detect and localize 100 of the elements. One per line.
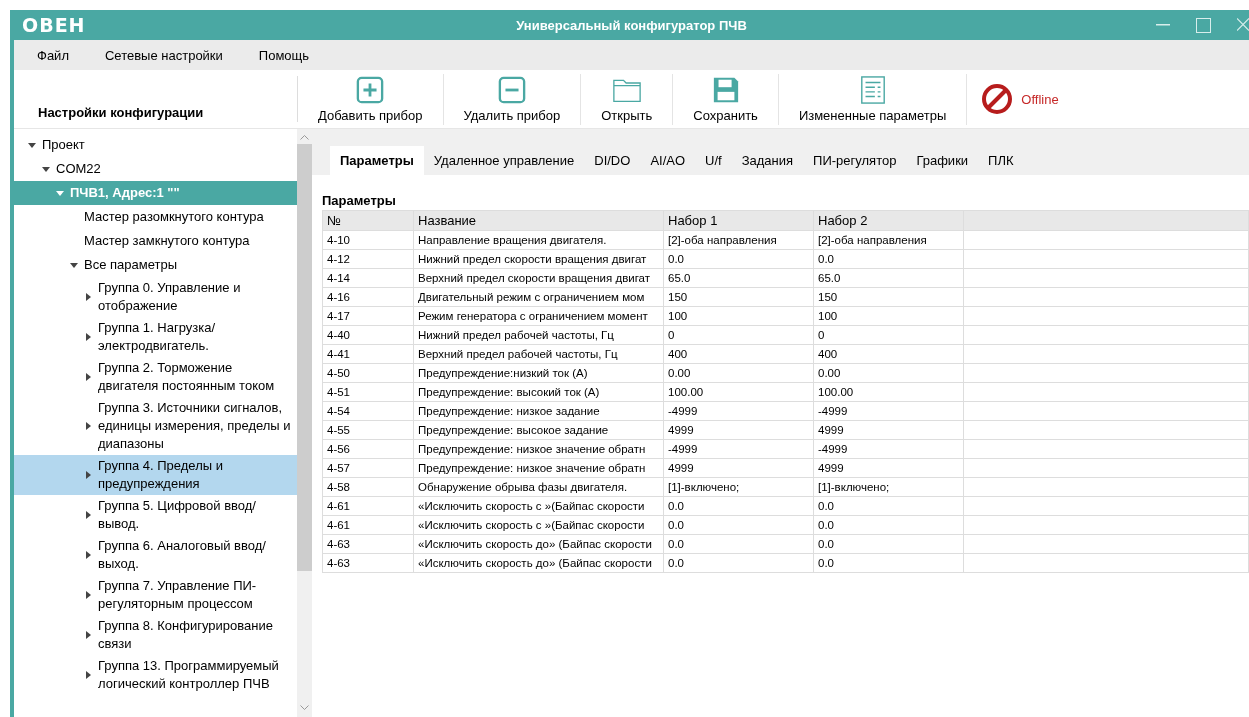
column-header[interactable]: Набор 1 <box>663 210 814 231</box>
document-list-icon <box>858 75 887 104</box>
table-cell: 100.00 <box>663 382 814 402</box>
table-cell: «Исключить скорость до» (Байпас скорости <box>413 534 664 554</box>
table-cell: 0.0 <box>663 534 814 554</box>
table-cell: 400 <box>663 344 814 364</box>
table-cell: 0.0 <box>663 496 814 516</box>
table-cell: -4999 <box>813 439 964 459</box>
table-cell: «Исключить скорость до» (Байпас скорости <box>413 553 664 573</box>
table-cell: «Исключить скорость с »(Байпас скорости <box>413 496 664 516</box>
table-cell: [1]-включено; <box>663 477 814 497</box>
tab[interactable]: Удаленное управление <box>423 146 585 175</box>
expand-arrow-icon[interactable] <box>85 471 91 479</box>
scrollbar-thumb[interactable] <box>297 144 312 571</box>
column-header[interactable]: Название <box>413 210 664 231</box>
table-cell: 4999 <box>813 458 964 478</box>
expand-arrow-icon[interactable] <box>85 422 91 430</box>
tree-item[interactable]: Группа 0. Управление и отображение <box>14 277 297 317</box>
table-cell: 65.0 <box>663 268 814 288</box>
table-cell: 4-54 <box>322 401 414 421</box>
expand-arrow-icon[interactable] <box>85 373 91 381</box>
toolbar-button[interactable]: Открыть <box>581 73 674 125</box>
table-cell: Предупреждение: высокий ток (А) <box>413 382 664 402</box>
tab[interactable]: ПЛК <box>978 146 1024 175</box>
expand-arrow-icon[interactable] <box>85 671 91 679</box>
toolbar-button[interactable]: Добавить прибор <box>298 73 444 125</box>
table-cell: 4-58 <box>322 477 414 497</box>
table-cell: -4999 <box>663 401 814 421</box>
column-header[interactable]: Набор 2 <box>813 210 964 231</box>
table-cell: Верхний предел скорости вращения двигат <box>413 268 664 288</box>
table-cell: 4-56 <box>322 439 414 459</box>
expand-arrow-icon[interactable] <box>85 591 91 599</box>
table-cell: [2]-оба направления <box>813 230 964 250</box>
tree-item[interactable]: Группа 3. Источники сигналов, единицы измерения, пределы и диапазоны <box>14 397 297 455</box>
table-cell: Направление вращения двигателя. <box>413 230 664 250</box>
table-cell: Предупреждение:низкий ток (А) <box>413 363 664 383</box>
table-cell: 4-41 <box>322 344 414 364</box>
tree-item[interactable]: Группа 2. Торможение двигателя постоянным током <box>14 357 297 397</box>
table-cell: 150 <box>813 287 964 307</box>
table-cell: 4-10 <box>322 230 414 250</box>
table-cell: 0.00 <box>663 363 814 383</box>
toolbar-button[interactable]: Удалить прибор <box>443 73 582 125</box>
toolbar-button[interactable]: Измененные параметры <box>778 73 968 125</box>
table-cell: 4-51 <box>322 382 414 402</box>
table-cell: 65.0 <box>813 268 964 288</box>
tab[interactable]: DI/DO <box>584 146 641 175</box>
logo: ОВЕН <box>22 14 86 36</box>
tree-item[interactable]: Группа 8. Конфигурирование связи <box>14 615 297 655</box>
tree-item[interactable]: Группа 4. Пределы и предупреждения <box>14 455 297 495</box>
table-cell: Предупреждение: низкое значение обратн <box>413 439 664 459</box>
expand-arrow-icon[interactable] <box>85 631 91 639</box>
toolbar-button[interactable]: Сохранить <box>673 73 779 125</box>
collapse-arrow-icon[interactable] <box>70 262 78 268</box>
tab[interactable]: AI/AO <box>640 146 696 175</box>
table-cell: 0 <box>813 325 964 345</box>
table-cell: 4-16 <box>322 287 414 307</box>
tree-item[interactable]: Проект <box>14 133 297 157</box>
menu-item[interactable]: Сетевые настройки <box>81 47 236 63</box>
table-cell: 4999 <box>663 420 814 440</box>
menu-item[interactable]: Файл <box>14 47 82 63</box>
table-cell: [1]-включено; <box>813 477 964 497</box>
table-cell: 4-12 <box>322 249 414 269</box>
expand-arrow-icon[interactable] <box>85 551 91 559</box>
tree-item[interactable]: Мастер разомкнутого контура <box>14 205 297 229</box>
table-cell: 4-50 <box>322 363 414 383</box>
table-cell: 0.0 <box>813 249 964 269</box>
tab[interactable]: Параметры <box>330 146 424 175</box>
table-cell: Режим генератора с ограничением момент <box>413 306 664 326</box>
expand-arrow-icon[interactable] <box>85 511 91 519</box>
tree-item[interactable]: Группа 13. Программируемый логический контроллер ПЧВ <box>14 655 297 695</box>
expand-arrow-icon[interactable] <box>85 333 91 341</box>
table-cell: Нижний предел скорости вращения двигат <box>413 249 664 269</box>
table-cell: 4999 <box>663 458 814 478</box>
tree-item[interactable]: Группа 6. Аналоговый ввод/ выход. <box>14 535 297 575</box>
tree-item[interactable]: Группа 1. Нагрузка/ электродвигатель. <box>14 317 297 357</box>
tree-item[interactable]: Мастер замкнутого контура <box>14 229 297 253</box>
table-cell: «Исключить скорость с »(Байпас скорости <box>413 515 664 535</box>
tab[interactable]: Задания <box>731 146 804 175</box>
tree-item[interactable]: COM22 <box>14 157 297 181</box>
menu-item[interactable]: Помощь <box>235 47 323 63</box>
tab[interactable]: ПИ-регулятор <box>803 146 907 175</box>
table-cell: 0.0 <box>663 515 814 535</box>
add-icon <box>356 75 385 104</box>
tree-item[interactable]: Группа 5. Цифровой ввод/ вывод. <box>14 495 297 535</box>
table-cell: 4-63 <box>322 534 414 554</box>
table-cell: 4-61 <box>322 496 414 516</box>
expand-arrow-icon[interactable] <box>85 293 91 301</box>
table-title: Параметры <box>322 193 396 208</box>
tree-item[interactable]: Группа 7. Управление ПИ-регуляторным процессом <box>14 575 297 615</box>
collapse-arrow-icon[interactable] <box>42 166 50 172</box>
table-cell: 0 <box>663 325 814 345</box>
collapse-arrow-icon[interactable] <box>28 142 36 148</box>
table-cell: Двигательный режим с ограничением мом <box>413 287 664 307</box>
table-cell: 4-63 <box>322 553 414 573</box>
tab[interactable]: Графики <box>906 146 979 175</box>
tab[interactable]: U/f <box>695 146 732 175</box>
tree-item[interactable]: Все параметры <box>14 253 297 277</box>
table-cell: 100.00 <box>813 382 964 402</box>
connection-status: Offline <box>1021 91 1059 107</box>
column-header[interactable]: № <box>322 210 414 231</box>
